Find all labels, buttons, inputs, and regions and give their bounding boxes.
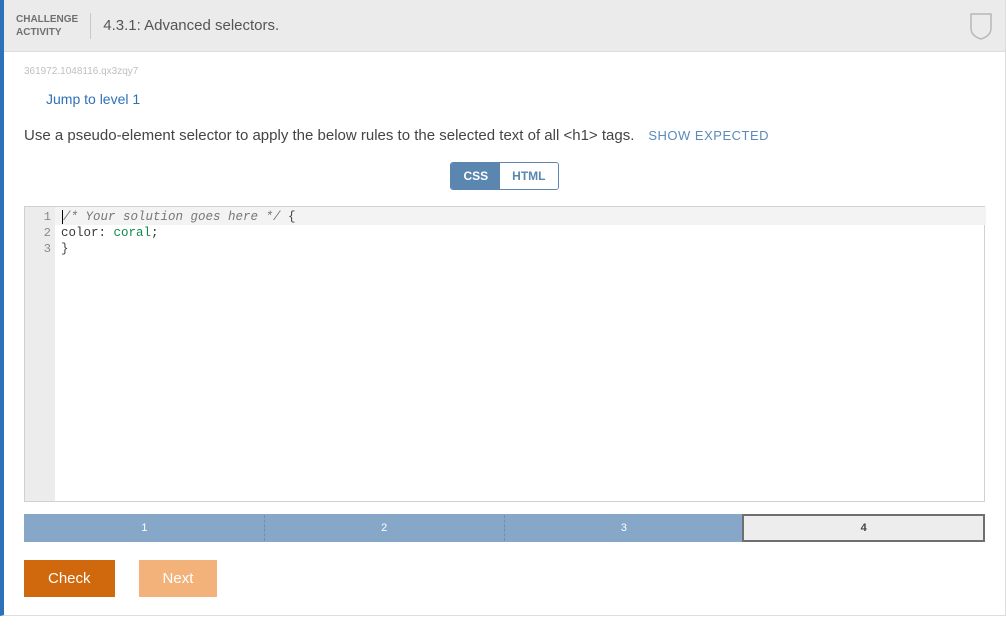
code-brace-close: } (61, 242, 69, 256)
instruction-text: Use a pseudo-element selector to apply t… (24, 127, 634, 144)
show-expected-link[interactable]: SHOW EXPECTED (648, 128, 769, 143)
challenge-badge: CHALLENGE ACTIVITY (16, 13, 91, 39)
code-comment: /* Your solution goes here */ (63, 210, 281, 224)
line-number: 2 (25, 225, 51, 241)
code-property: color: (61, 226, 106, 240)
next-button[interactable]: Next (139, 560, 218, 597)
code-value: coral (106, 226, 151, 240)
badge-line-1: CHALLENGE (16, 14, 78, 25)
jump-to-level-link[interactable]: Jump to level 1 (46, 91, 985, 107)
progress-step-4[interactable]: 4 (742, 514, 985, 542)
level-progress: 1 2 3 4 (24, 514, 985, 542)
tab-html[interactable]: HTML (500, 163, 557, 189)
editor-gutter: 1 2 3 (25, 207, 55, 501)
progress-step-2[interactable]: 2 (265, 515, 505, 541)
activity-title: 4.3.1: Advanced selectors. (91, 17, 969, 34)
code-semicolon: ; (151, 226, 159, 240)
badge-line-2: ACTIVITY (16, 27, 62, 38)
progress-step-1[interactable]: 1 (25, 515, 265, 541)
line-number: 3 (25, 241, 51, 257)
code-brace: { (281, 210, 296, 224)
tab-css[interactable]: CSS (451, 163, 500, 189)
activity-body: 361972.1048116.qx3zqy7 Jump to level 1 U… (4, 52, 1005, 615)
code-editor[interactable]: 1 2 3 /* Your solution goes here */ { co… (24, 206, 985, 502)
activity-header: CHALLENGE ACTIVITY 4.3.1: Advanced selec… (4, 0, 1005, 52)
editor-tabs: CSS HTML (24, 162, 985, 190)
reference-id: 361972.1048116.qx3zqy7 (24, 66, 985, 77)
progress-step-3[interactable]: 3 (505, 515, 744, 541)
editor-content[interactable]: /* Your solution goes here */ { color: c… (55, 207, 984, 501)
line-number: 1 (25, 209, 51, 225)
shield-icon (969, 12, 993, 40)
check-button[interactable]: Check (24, 560, 115, 597)
